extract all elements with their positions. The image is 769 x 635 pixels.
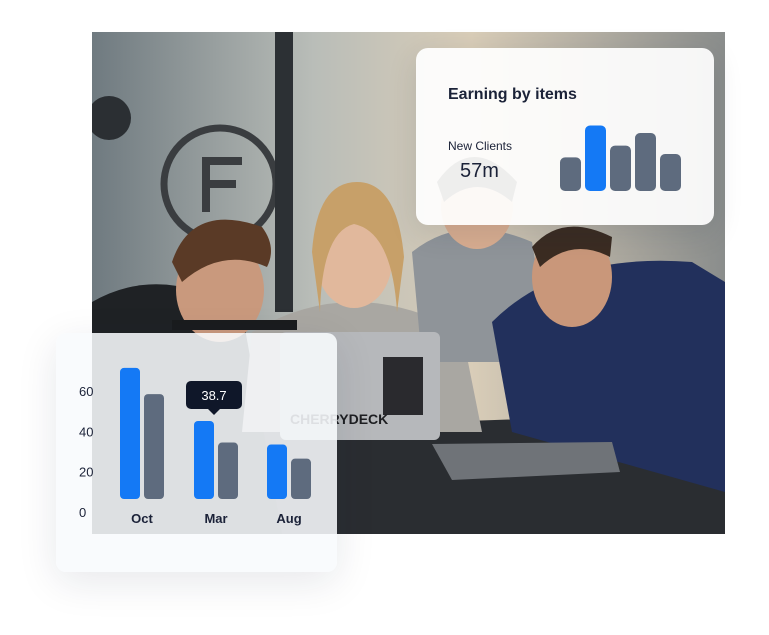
mini-bar (610, 145, 631, 191)
mini-bar (560, 157, 581, 191)
new-clients-value: 57m (460, 160, 499, 182)
bar[interactable] (291, 458, 311, 499)
y-tick-label: 40 (79, 424, 93, 439)
y-tick-label: 0 (79, 505, 86, 520)
bar[interactable] (267, 444, 287, 499)
mini-bar (585, 125, 606, 191)
bar-chart: 0 20 40 60 Oct Mar Aug 38.7 (79, 367, 311, 526)
bar[interactable] (218, 442, 238, 499)
bar[interactable] (120, 367, 140, 499)
earning-card: Earning by items New Clients 57m (416, 48, 714, 225)
value-tooltip: 38.7 (186, 380, 242, 415)
bar-chart-card: 0 20 40 60 Oct Mar Aug 38.7 (56, 333, 337, 572)
mini-bar-chart (560, 125, 681, 191)
x-tick-label: Oct (131, 511, 153, 526)
y-tick-label: 60 (79, 384, 93, 399)
tooltip-pointer (208, 408, 220, 415)
earning-card-title: Earning by items (448, 86, 577, 103)
bar[interactable] (194, 420, 214, 499)
x-tick-label: Aug (276, 511, 301, 526)
tooltip-label: 38.7 (201, 388, 226, 403)
x-tick-label: Mar (204, 511, 227, 526)
mini-bar (635, 133, 656, 191)
bar[interactable] (144, 394, 164, 499)
y-tick-label: 20 (79, 465, 93, 480)
new-clients-label: New Clients (448, 139, 513, 153)
mini-bar (660, 154, 681, 191)
